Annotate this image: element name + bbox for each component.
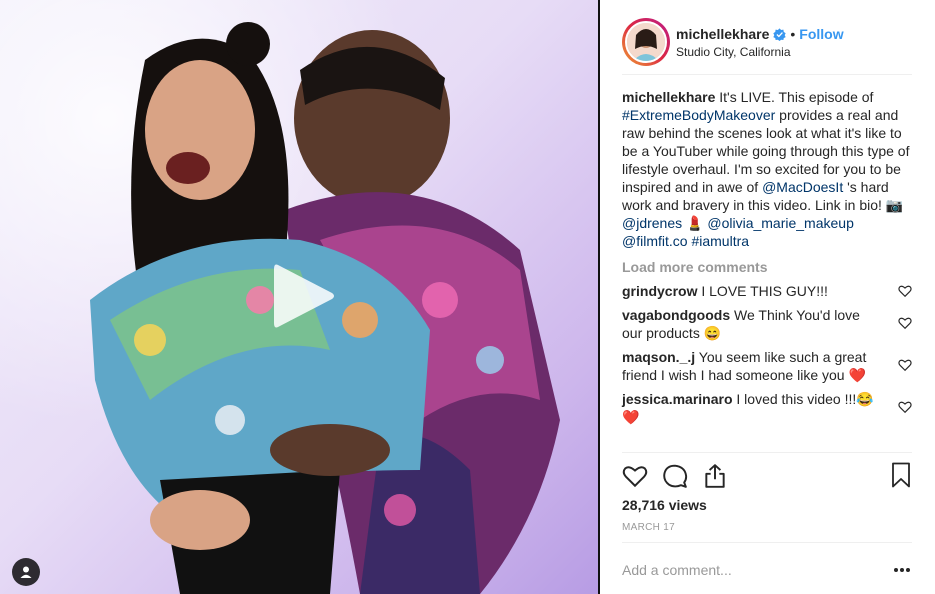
user-tag-icon	[20, 566, 32, 578]
instagram-post: michellekhare • Follow Studio City, Cali…	[0, 0, 935, 594]
share-icon[interactable]	[702, 463, 728, 489]
mention-link[interactable]: @filmfit.co	[622, 233, 688, 249]
hashtag-link[interactable]: #ExtremeBodyMakeover	[622, 107, 775, 123]
verified-badge-icon	[773, 27, 787, 41]
post-location[interactable]: Studio City, California	[676, 45, 844, 59]
more-options-icon[interactable]	[892, 562, 912, 578]
mention-link[interactable]: @olivia_marie_makeup	[707, 215, 854, 231]
bookmark-icon[interactable]	[890, 462, 912, 488]
comment-item: vagabondgoods We Think You'd love our pr…	[622, 306, 912, 342]
heart-icon[interactable]	[898, 284, 912, 298]
comment-item: maqson._.j You seem like such a great fr…	[622, 348, 912, 384]
caption-username[interactable]: michellekhare	[622, 89, 715, 105]
actions-divider	[622, 452, 912, 453]
comment-username[interactable]: maqson._.j	[622, 349, 695, 365]
post-video[interactable]	[0, 0, 600, 594]
heart-icon[interactable]	[898, 400, 912, 414]
avatar[interactable]	[625, 21, 667, 63]
story-ring[interactable]	[622, 18, 670, 66]
header-separator-dot: •	[790, 26, 796, 42]
caption-text: 💄	[682, 215, 708, 231]
caption-text: It's LIVE. This episode of	[715, 89, 874, 105]
header-text: michellekhare • Follow Studio City, Cali…	[676, 25, 844, 59]
user-tags-button[interactable]	[12, 558, 40, 586]
post-caption: michellekhare It's LIVE. This episode of…	[622, 88, 912, 250]
mention-link[interactable]: @MacDoesIt	[762, 179, 843, 195]
comment-box-divider	[622, 542, 912, 543]
load-more-comments-button[interactable]: Load more comments	[622, 258, 912, 276]
heart-icon[interactable]	[898, 358, 912, 372]
comment-item: grindycrow I LOVE THIS GUY!!!	[622, 282, 912, 300]
mention-link[interactable]: @jdrenes	[622, 215, 682, 231]
post-side-panel: michellekhare • Follow Studio City, Cali…	[600, 0, 935, 594]
avatar-photo	[627, 23, 665, 61]
hashtag-link[interactable]: #iamultra	[691, 233, 749, 249]
post-username[interactable]: michellekhare	[676, 26, 769, 42]
views-count[interactable]: 28,716 views	[622, 497, 707, 513]
header-line: michellekhare • Follow	[676, 25, 844, 43]
post-header: michellekhare • Follow Studio City, Cali…	[622, 10, 912, 74]
comment-text: I LOVE THIS GUY!!!	[697, 283, 828, 299]
heart-icon[interactable]	[622, 463, 648, 489]
post-date[interactable]: MARCH 17	[622, 522, 675, 533]
add-comment-input[interactable]	[622, 562, 872, 578]
heart-icon[interactable]	[898, 316, 912, 330]
comment-username[interactable]: vagabondgoods	[622, 307, 730, 323]
comment-item: jessica.marinaro I loved this video !!!😂…	[622, 390, 912, 426]
follow-button[interactable]: Follow	[799, 26, 843, 42]
comment-username[interactable]: jessica.marinaro	[622, 391, 733, 407]
header-divider	[622, 74, 912, 75]
add-comment-form	[622, 556, 912, 584]
play-button[interactable]	[268, 260, 340, 332]
comment-icon[interactable]	[662, 463, 688, 489]
action-bar	[622, 462, 912, 490]
comments-section: michellekhare It's LIVE. This episode of…	[622, 88, 912, 426]
comment-username[interactable]: grindycrow	[622, 283, 697, 299]
play-icon	[274, 264, 334, 328]
